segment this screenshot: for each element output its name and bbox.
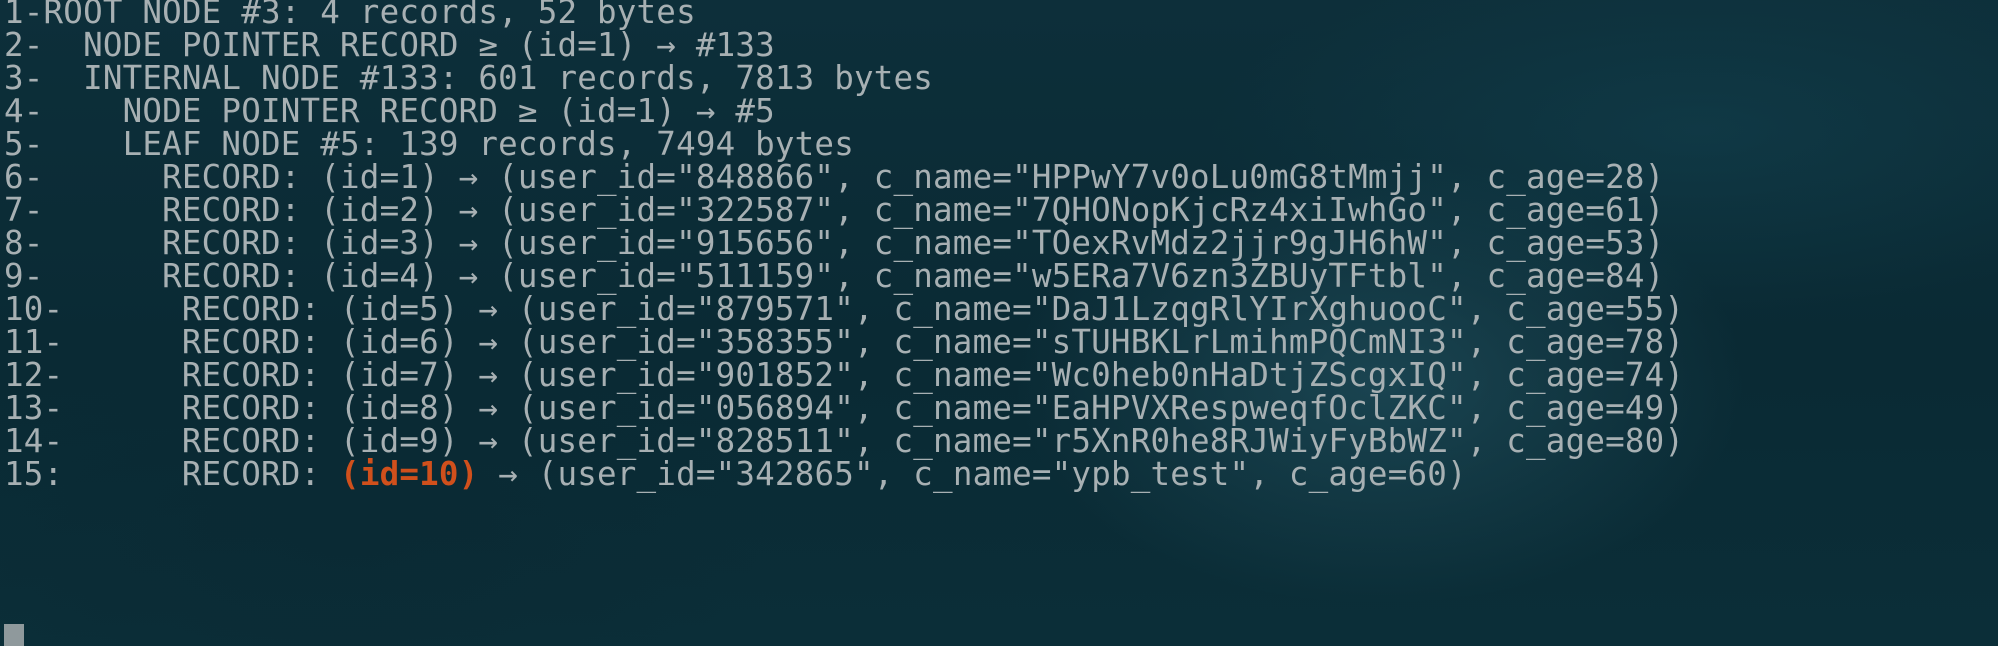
terminal-cursor xyxy=(4,624,24,646)
line-15-suffix: → (user_id="342865", c_name="ypb_test", … xyxy=(478,455,1467,493)
output-line-15: 15: RECORD: (id=10) → (user_id="342865",… xyxy=(4,453,1467,495)
terminal-output[interactable]: 1-ROOT NODE #3: 4 records, 52 bytes 2- N… xyxy=(0,0,1998,646)
match-highlight: (id=10) xyxy=(340,455,479,493)
line-15-prefix: 15: RECORD: xyxy=(4,455,341,493)
